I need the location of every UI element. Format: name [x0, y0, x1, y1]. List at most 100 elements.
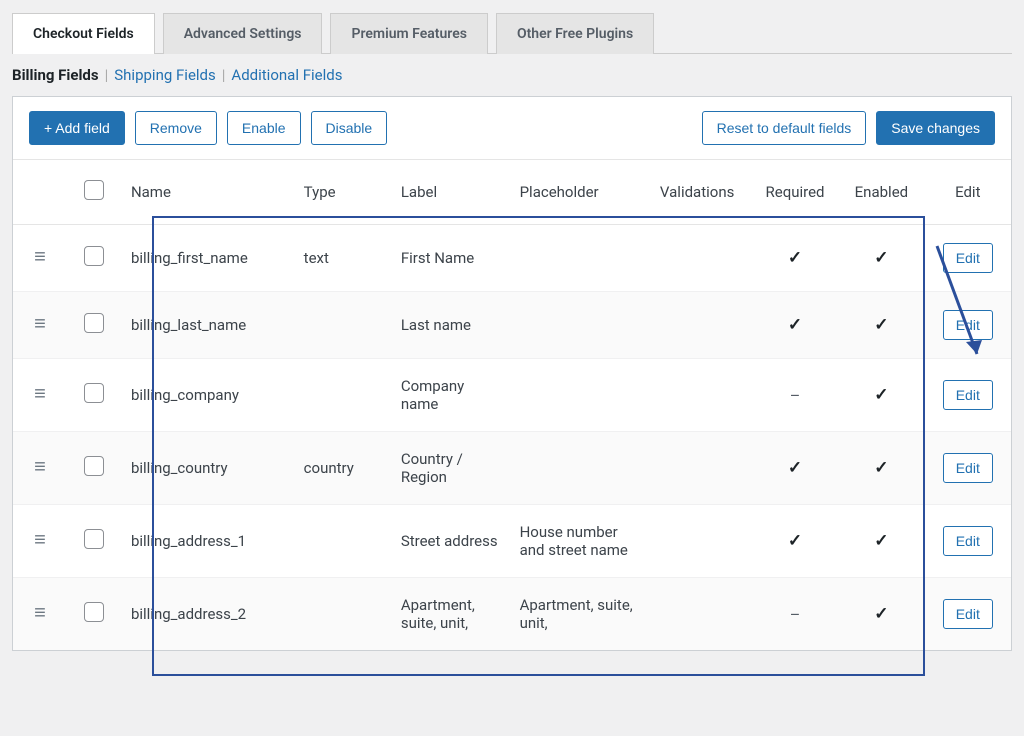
col-header-required: Required — [752, 160, 838, 225]
row-checkbox[interactable] — [84, 602, 104, 622]
cell-required — [752, 578, 838, 651]
check-icon — [874, 532, 888, 550]
check-icon — [788, 249, 802, 267]
row-checkbox[interactable] — [84, 313, 104, 333]
cell-required — [752, 292, 838, 359]
field-group-subnav: Billing Fields | Shipping Fields | Addit… — [12, 66, 1012, 84]
disable-button[interactable]: Disable — [311, 111, 388, 145]
edit-button[interactable]: Edit — [943, 243, 993, 273]
check-icon — [874, 249, 888, 267]
table-row: billing_address_1 Street addressHouse num… — [13, 505, 1011, 578]
drag-handle-icon[interactable] — [31, 532, 49, 546]
check-icon — [874, 386, 888, 404]
select-all-checkbox[interactable] — [84, 180, 104, 200]
cell-validations — [650, 505, 752, 578]
cell-type: country — [294, 432, 391, 505]
cell-type — [294, 578, 391, 651]
table-row: billing_address_2 Apartment, suite, unit,… — [13, 578, 1011, 651]
cell-placeholder: Apartment, suite, unit, — [510, 578, 650, 651]
cell-label: Apartment, suite, unit, — [391, 578, 510, 651]
col-header-placeholder: Placeholder — [510, 160, 650, 225]
separator: | — [222, 66, 226, 84]
subnav-link-additional[interactable]: Additional Fields — [231, 66, 342, 84]
edit-button[interactable]: Edit — [943, 453, 993, 483]
cell-name: billing_first_name — [121, 225, 294, 292]
drag-handle-icon[interactable] — [31, 316, 49, 330]
table-row: billing_countrycountryCountry / Region Ed… — [13, 432, 1011, 505]
col-header-label: Label — [391, 160, 510, 225]
cell-placeholder — [510, 292, 650, 359]
cell-name: billing_address_2 — [121, 578, 294, 651]
drag-handle-icon[interactable] — [31, 249, 49, 263]
cell-enabled — [838, 225, 924, 292]
table-row: billing_first_nametextFirst Name Edit — [13, 225, 1011, 292]
cell-required — [752, 359, 838, 432]
tab-other-plugins[interactable]: Other Free Plugins — [496, 13, 654, 54]
check-icon — [788, 316, 802, 334]
check-icon — [874, 605, 888, 623]
table-row: billing_company Company name Edit — [13, 359, 1011, 432]
dash-icon — [790, 606, 801, 624]
check-icon — [788, 459, 802, 477]
subnav-link-shipping[interactable]: Shipping Fields — [114, 66, 215, 84]
cell-type — [294, 292, 391, 359]
cell-label: Street address — [391, 505, 510, 578]
drag-handle-icon[interactable] — [31, 386, 49, 400]
cell-validations — [650, 359, 752, 432]
cell-enabled — [838, 359, 924, 432]
cell-label: Country / Region — [391, 432, 510, 505]
cell-required — [752, 225, 838, 292]
tab-advanced-settings[interactable]: Advanced Settings — [163, 13, 323, 54]
col-header-edit: Edit — [925, 160, 1011, 225]
cell-validations — [650, 432, 752, 505]
cell-label: Last name — [391, 292, 510, 359]
check-icon — [788, 532, 802, 550]
cell-enabled — [838, 505, 924, 578]
reset-button[interactable]: Reset to default fields — [702, 111, 867, 145]
toolbar: + Add field Remove Enable Disable Reset … — [13, 97, 1011, 160]
cell-enabled — [838, 292, 924, 359]
cell-type — [294, 359, 391, 432]
edit-button[interactable]: Edit — [943, 526, 993, 556]
cell-required — [752, 432, 838, 505]
separator: | — [105, 66, 109, 84]
cell-name: billing_company — [121, 359, 294, 432]
cell-type: text — [294, 225, 391, 292]
check-icon — [874, 316, 888, 334]
subnav-current: Billing Fields — [12, 66, 99, 84]
drag-handle-icon[interactable] — [31, 605, 49, 619]
add-field-button[interactable]: + Add field — [29, 111, 125, 145]
cell-enabled — [838, 578, 924, 651]
dash-icon — [790, 387, 801, 405]
col-header-name: Name — [121, 160, 294, 225]
fields-table: Name Type Label Placeholder Validations … — [13, 160, 1011, 650]
edit-button[interactable]: Edit — [943, 310, 993, 340]
remove-button[interactable]: Remove — [135, 111, 217, 145]
cell-label: First Name — [391, 225, 510, 292]
cell-placeholder: House number and street name — [510, 505, 650, 578]
save-button[interactable]: Save changes — [876, 111, 995, 145]
row-checkbox[interactable] — [84, 456, 104, 476]
cell-label: Company name — [391, 359, 510, 432]
cell-placeholder — [510, 359, 650, 432]
cell-placeholder — [510, 225, 650, 292]
cell-validations — [650, 225, 752, 292]
tab-premium-features[interactable]: Premium Features — [330, 13, 487, 54]
cell-required — [752, 505, 838, 578]
enable-button[interactable]: Enable — [227, 111, 301, 145]
table-row: billing_last_name Last name Edit — [13, 292, 1011, 359]
cell-name: billing_address_1 — [121, 505, 294, 578]
row-checkbox[interactable] — [84, 383, 104, 403]
col-header-type: Type — [294, 160, 391, 225]
edit-button[interactable]: Edit — [943, 599, 993, 629]
cell-placeholder — [510, 432, 650, 505]
edit-button[interactable]: Edit — [943, 380, 993, 410]
cell-name: billing_country — [121, 432, 294, 505]
col-header-enabled: Enabled — [838, 160, 924, 225]
drag-handle-icon[interactable] — [31, 459, 49, 473]
row-checkbox[interactable] — [84, 529, 104, 549]
tab-checkout-fields[interactable]: Checkout Fields — [12, 13, 155, 54]
cell-name: billing_last_name — [121, 292, 294, 359]
cell-type — [294, 505, 391, 578]
row-checkbox[interactable] — [84, 246, 104, 266]
